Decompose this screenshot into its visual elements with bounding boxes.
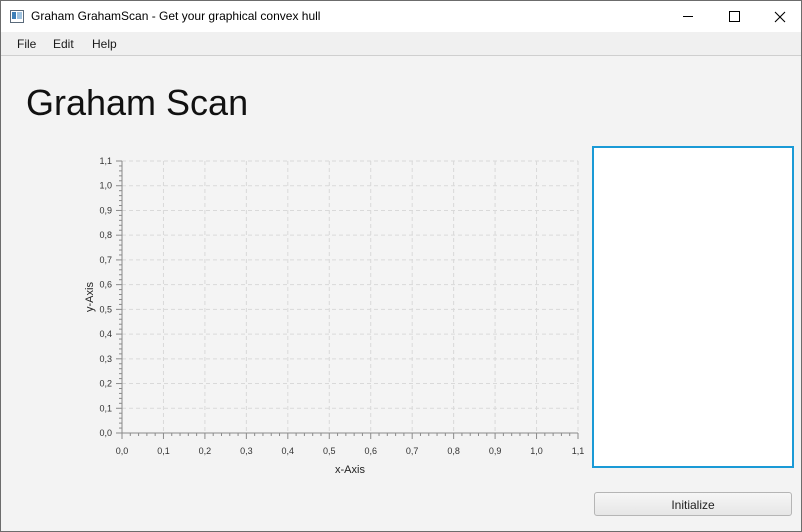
points-list-panel[interactable] [592, 146, 794, 468]
y-tick-label: 0,0 [99, 428, 112, 438]
x-tick-label: 1,0 [530, 446, 543, 456]
x-tick-label: 0,1 [157, 446, 170, 456]
y-tick-label: 0,7 [99, 255, 112, 265]
app-window: Graham GrahamScan - Get your graphical c… [0, 0, 802, 532]
y-tick-label: 0,4 [99, 329, 112, 339]
y-tick-label: 0,6 [99, 280, 112, 290]
x-tick-label: 0,7 [406, 446, 419, 456]
x-axis-title: x-Axis [335, 464, 365, 476]
x-tick-label: 0,6 [364, 446, 377, 456]
y-tick-label: 1,1 [99, 156, 112, 166]
plot-area [122, 161, 578, 433]
y-tick-label: 0,3 [99, 354, 112, 364]
y-tick-label: 0,5 [99, 304, 112, 314]
x-tick-label: 0,3 [240, 446, 253, 456]
y-tick-label: 0,9 [99, 205, 112, 215]
x-tick-label: 0,5 [323, 446, 336, 456]
y-tick-label: 0,8 [99, 230, 112, 240]
x-tick-label: 0,0 [116, 446, 129, 456]
x-tick-label: 0,4 [282, 446, 295, 456]
initialize-button[interactable]: Initialize [594, 492, 792, 516]
x-tick-label: 0,8 [447, 446, 460, 456]
x-tick-label: 1,1 [572, 446, 585, 456]
y-tick-label: 1,0 [99, 181, 112, 191]
y-tick-label: 0,2 [99, 379, 112, 389]
y-tick-label: 0,1 [99, 403, 112, 413]
x-tick-label: 0,9 [489, 446, 502, 456]
y-axis-title: y-Axis [84, 282, 96, 312]
x-tick-label: 0,2 [199, 446, 212, 456]
